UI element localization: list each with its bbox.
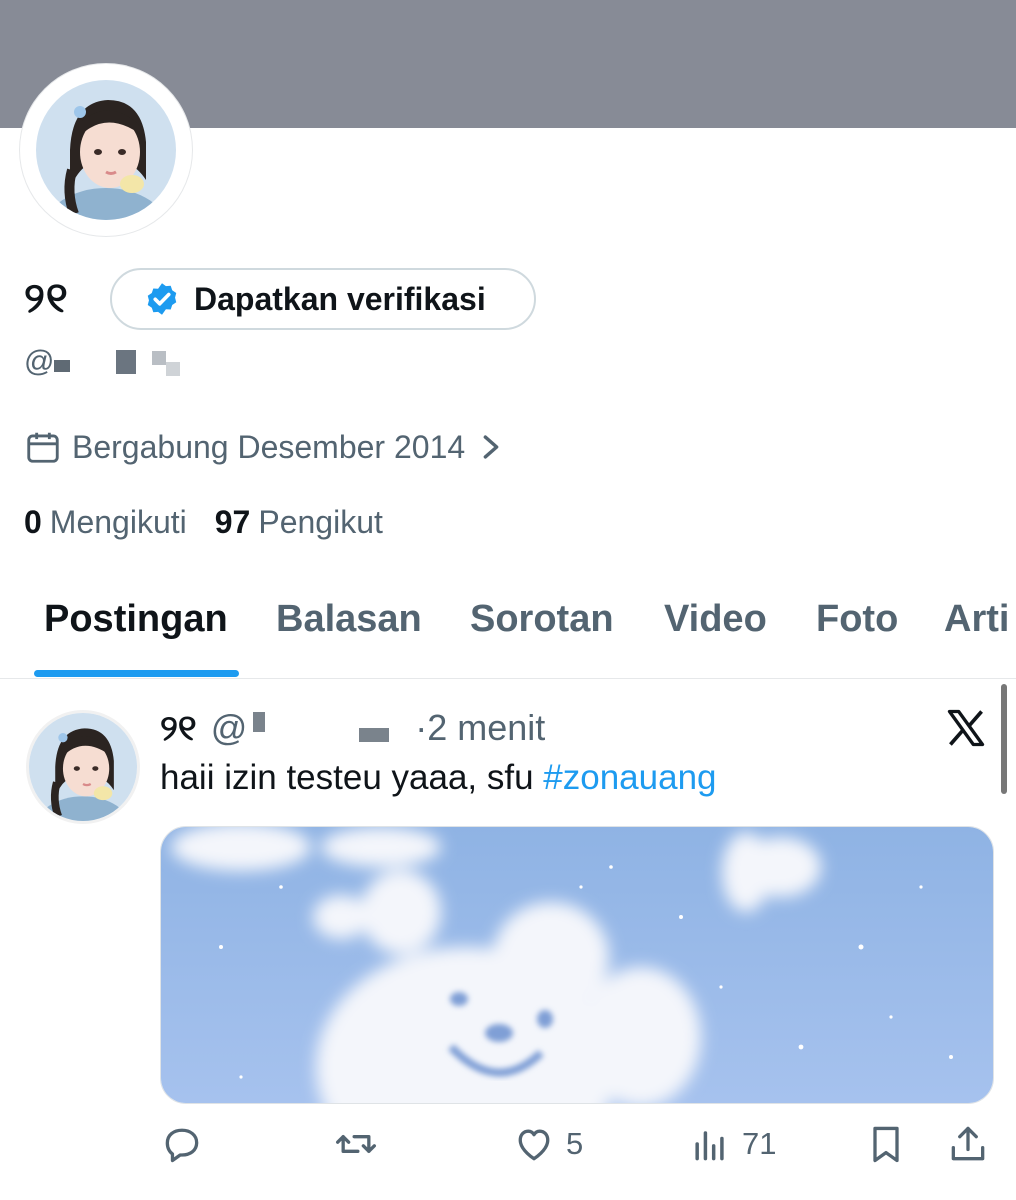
- following-label: Mengikuti: [49, 504, 187, 540]
- retweet-button[interactable]: [334, 1122, 378, 1166]
- profile-tabs: Postingan Balasan Sorotan Video Foto Art…: [0, 590, 1016, 679]
- post-avatar[interactable]: [26, 710, 140, 824]
- share-button[interactable]: [946, 1122, 990, 1166]
- avatar-image: [36, 80, 176, 220]
- scrollbar[interactable]: [1001, 684, 1007, 794]
- tab-sorotan[interactable]: Sorotan: [470, 598, 614, 641]
- following-count: 0: [24, 504, 42, 540]
- profile-avatar[interactable]: [20, 64, 192, 236]
- post-text: haii izin testeu yaaa, sfu #zonauang: [160, 758, 717, 798]
- like-button[interactable]: 5: [512, 1122, 583, 1166]
- post-time[interactable]: ·2 menit: [415, 707, 545, 749]
- handle-redacted: [166, 362, 181, 376]
- reply-icon: [165, 1128, 199, 1163]
- follow-stats: 0 Mengikuti 97 Pengikut: [24, 504, 411, 541]
- handle-redacted: [116, 350, 137, 374]
- post-handle-redacted: [359, 728, 390, 742]
- active-tab-indicator: [34, 670, 239, 677]
- post-header: ୨୧ @ ·2 menit: [160, 706, 545, 750]
- profile-display-name: ୨୧: [24, 274, 69, 321]
- get-verified-button[interactable]: Dapatkan verifikasi: [110, 268, 536, 330]
- heart-icon: [518, 1129, 550, 1161]
- post-actions: 5 71: [160, 1122, 992, 1178]
- tab-balasan[interactable]: Balasan: [276, 598, 422, 641]
- views-button[interactable]: 71: [688, 1122, 776, 1166]
- verified-badge-icon: [147, 283, 177, 315]
- bookmark-icon: [873, 1126, 899, 1163]
- joined-label: Bergabung Desember 2014: [72, 428, 466, 465]
- post-item[interactable]: ୨୧ @ ·2 menit haii izin testeu yaaa, sfu…: [0, 680, 1016, 1200]
- joined-date[interactable]: Bergabung Desember 2014: [24, 428, 503, 466]
- post-author-name[interactable]: ୨୧: [160, 707, 197, 750]
- post-image[interactable]: [160, 826, 994, 1104]
- get-verified-label: Dapatkan verifikasi: [194, 280, 486, 317]
- tab-artikel[interactable]: Arti: [944, 598, 1009, 641]
- chevron-right-icon: [483, 435, 499, 459]
- followers-link[interactable]: 97 Pengikut: [215, 504, 383, 541]
- followers-count: 97: [214, 504, 251, 540]
- profile-handle: @: [24, 342, 181, 382]
- handle-redacted: [152, 351, 167, 365]
- followers-label: Pengikut: [258, 504, 383, 540]
- bookmark-button[interactable]: [864, 1122, 908, 1166]
- tab-postingan[interactable]: Postingan: [44, 598, 228, 641]
- view-count: 71: [742, 1126, 777, 1161]
- tab-video[interactable]: Video: [664, 598, 767, 641]
- post-body: haii izin testeu yaaa, sfu: [160, 758, 544, 797]
- retweet-icon: [336, 1135, 376, 1153]
- post-handle-redacted: [253, 712, 266, 732]
- following-link[interactable]: 0 Mengikuti: [24, 504, 187, 541]
- post-hashtag[interactable]: #zonauang: [543, 758, 716, 797]
- share-icon: [951, 1126, 985, 1161]
- like-count: 5: [566, 1126, 584, 1161]
- post-handle-at: @: [210, 707, 248, 748]
- x-logo-icon: [947, 709, 985, 747]
- tab-foto[interactable]: Foto: [816, 598, 898, 641]
- views-icon: [695, 1131, 724, 1161]
- calendar-icon: [27, 432, 59, 463]
- handle-at: @: [24, 345, 55, 378]
- handle-redacted: [54, 360, 71, 372]
- reply-button[interactable]: [160, 1122, 204, 1166]
